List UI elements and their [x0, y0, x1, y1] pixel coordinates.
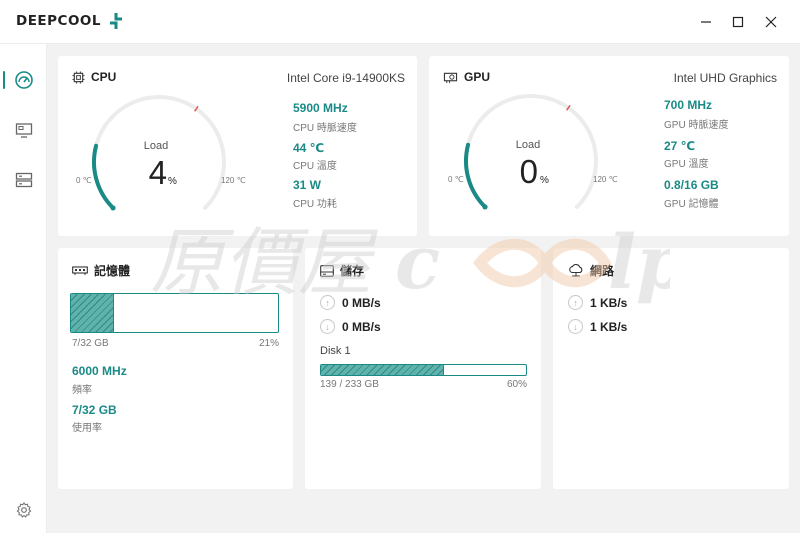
gpu-memory-value: 0.8/16 GB	[664, 178, 719, 192]
minimize-icon	[701, 21, 711, 23]
cpu-clock-label: CPU 時脈速度	[293, 123, 357, 134]
storage-card-title: 儲存	[320, 262, 364, 279]
settings-button[interactable]	[0, 492, 47, 528]
gpu-clock-label: GPU 時脈速度	[664, 120, 729, 131]
network-card-title: 網路	[568, 262, 614, 279]
maximize-icon	[732, 16, 744, 28]
gpu-card-icon	[443, 71, 458, 84]
close-button[interactable]	[761, 12, 781, 32]
memory-usage-percent: 21%	[258, 338, 279, 349]
gpu-card: GPU Intel UHD Graphics Load 0 % 0 ℃ 120 …	[429, 56, 789, 236]
cpu-gauge-min: 0 ℃	[76, 176, 92, 185]
memory-frequency-label: 頻率	[72, 385, 92, 396]
storage-title-text: 儲存	[340, 264, 365, 278]
gpu-card-title: GPU	[443, 70, 490, 84]
memory-ram-icon	[72, 265, 88, 276]
logo-mark-icon	[107, 12, 125, 30]
storage-read-row: ↑ 0 MB/s	[320, 295, 381, 310]
gpu-clock-value: 700 MHz	[664, 98, 713, 112]
dashboard-gauge-icon	[14, 71, 33, 89]
cpu-power-value: 31 W	[293, 178, 322, 192]
cpu-card: CPU Intel Core i9-14900KS Load 4 % 0 ℃ 1…	[58, 56, 417, 236]
cpu-power-label: CPU 功耗	[293, 199, 337, 210]
cpu-chip-icon	[72, 70, 85, 84]
storage-icon	[15, 172, 32, 188]
gpu-memory-label: GPU 記憶體	[664, 199, 719, 210]
cpu-load-unit: %	[168, 176, 177, 187]
memory-usage-fill	[71, 294, 115, 332]
cpu-clock-value: 5900 MHz	[293, 101, 348, 115]
minimize-button[interactable]	[696, 12, 716, 32]
maximize-button[interactable]	[728, 12, 748, 32]
memory-title-text: 記憶體	[94, 264, 131, 278]
network-title-text: 網路	[590, 264, 615, 278]
storage-write-row: ↓ 0 MB/s	[320, 319, 381, 334]
upload-arrow-icon: ↑	[320, 295, 335, 310]
cpu-load-label: Load	[143, 140, 169, 152]
memory-frequency-value: 6000 MHz	[72, 364, 127, 378]
disk-usage-bar	[320, 364, 527, 376]
gpu-load-label: Load	[515, 139, 541, 151]
gpu-temp-label: GPU 溫度	[664, 159, 709, 170]
network-download-row: ↓ 1 KB/s	[568, 319, 627, 334]
gpu-gauge-max: 120 ℃	[593, 175, 618, 184]
memory-card: 記憶體 7/32 GB 21% 6000 MHz 頻率 7/32 GB 使用率	[58, 248, 293, 489]
cpu-gauge-max: 120 ℃	[221, 176, 246, 185]
storage-card: 儲存 ↑ 0 MB/s ↓ 0 MB/s Disk 1 139 / 233 GB…	[305, 248, 541, 489]
storage-drive-icon	[320, 264, 334, 277]
download-arrow-icon: ↓	[568, 319, 583, 334]
cpu-temp-value: 44 ℃	[293, 141, 325, 155]
monitor-icon	[15, 123, 32, 138]
cpu-title-text: CPU	[91, 70, 117, 84]
disk-usage-percent: 60%	[506, 379, 527, 390]
memory-card-title: 記憶體	[72, 262, 130, 279]
settings-gear-icon	[16, 502, 31, 518]
cpu-temp-label: CPU 溫度	[293, 161, 337, 172]
title-bar: DEEPCOOL	[0, 0, 800, 44]
network-upload-row: ↑ 1 KB/s	[568, 295, 627, 310]
dashboard-main: CPU Intel Core i9-14900KS Load 4 % 0 ℃ 1…	[47, 44, 800, 533]
network-download-value: 1 KB/s	[590, 319, 628, 334]
gauge-start-dot	[482, 204, 488, 210]
gpu-model: Intel UHD Graphics	[673, 71, 777, 85]
storage-read-value: 0 MB/s	[342, 295, 381, 310]
disk-label: Disk 1	[320, 345, 351, 357]
disk-usage-text: 139 / 233 GB	[320, 379, 379, 390]
gpu-title-text: GPU	[464, 70, 491, 84]
sidebar-item-monitor[interactable]	[0, 112, 47, 148]
sidebar-item-dashboard[interactable]	[0, 62, 47, 98]
gpu-load-value: 0	[519, 153, 538, 190]
storage-write-value: 0 MB/s	[342, 319, 381, 334]
gpu-temp-value: 27 ℃	[664, 139, 696, 153]
logo-text: DEEPCOOL	[16, 13, 102, 29]
gpu-load-unit: %	[540, 175, 549, 186]
memory-used-label: 使用率	[72, 423, 102, 434]
cpu-model: Intel Core i9-14900KS	[286, 71, 405, 85]
cpu-load-value: 4	[148, 154, 167, 191]
memory-usage-text: 7/32 GB	[72, 338, 109, 349]
sidebar-item-storage[interactable]	[0, 162, 47, 198]
gauge-start-dot	[110, 205, 116, 211]
gpu-gauge-min: 0 ℃	[448, 175, 464, 184]
deepcool-logo: DEEPCOOL	[16, 11, 125, 31]
network-cloud-icon	[568, 264, 584, 277]
download-arrow-icon: ↓	[320, 319, 335, 334]
memory-usage-bar	[70, 293, 279, 333]
sidebar	[0, 44, 47, 533]
close-icon	[765, 16, 777, 28]
cpu-card-title: CPU	[72, 70, 116, 84]
network-card: 網路 ↑ 1 KB/s ↓ 1 KB/s	[553, 248, 789, 489]
memory-used-value: 7/32 GB	[72, 403, 117, 417]
disk-usage-fill	[321, 365, 444, 375]
upload-arrow-icon: ↑	[568, 295, 583, 310]
network-upload-value: 1 KB/s	[590, 295, 628, 310]
